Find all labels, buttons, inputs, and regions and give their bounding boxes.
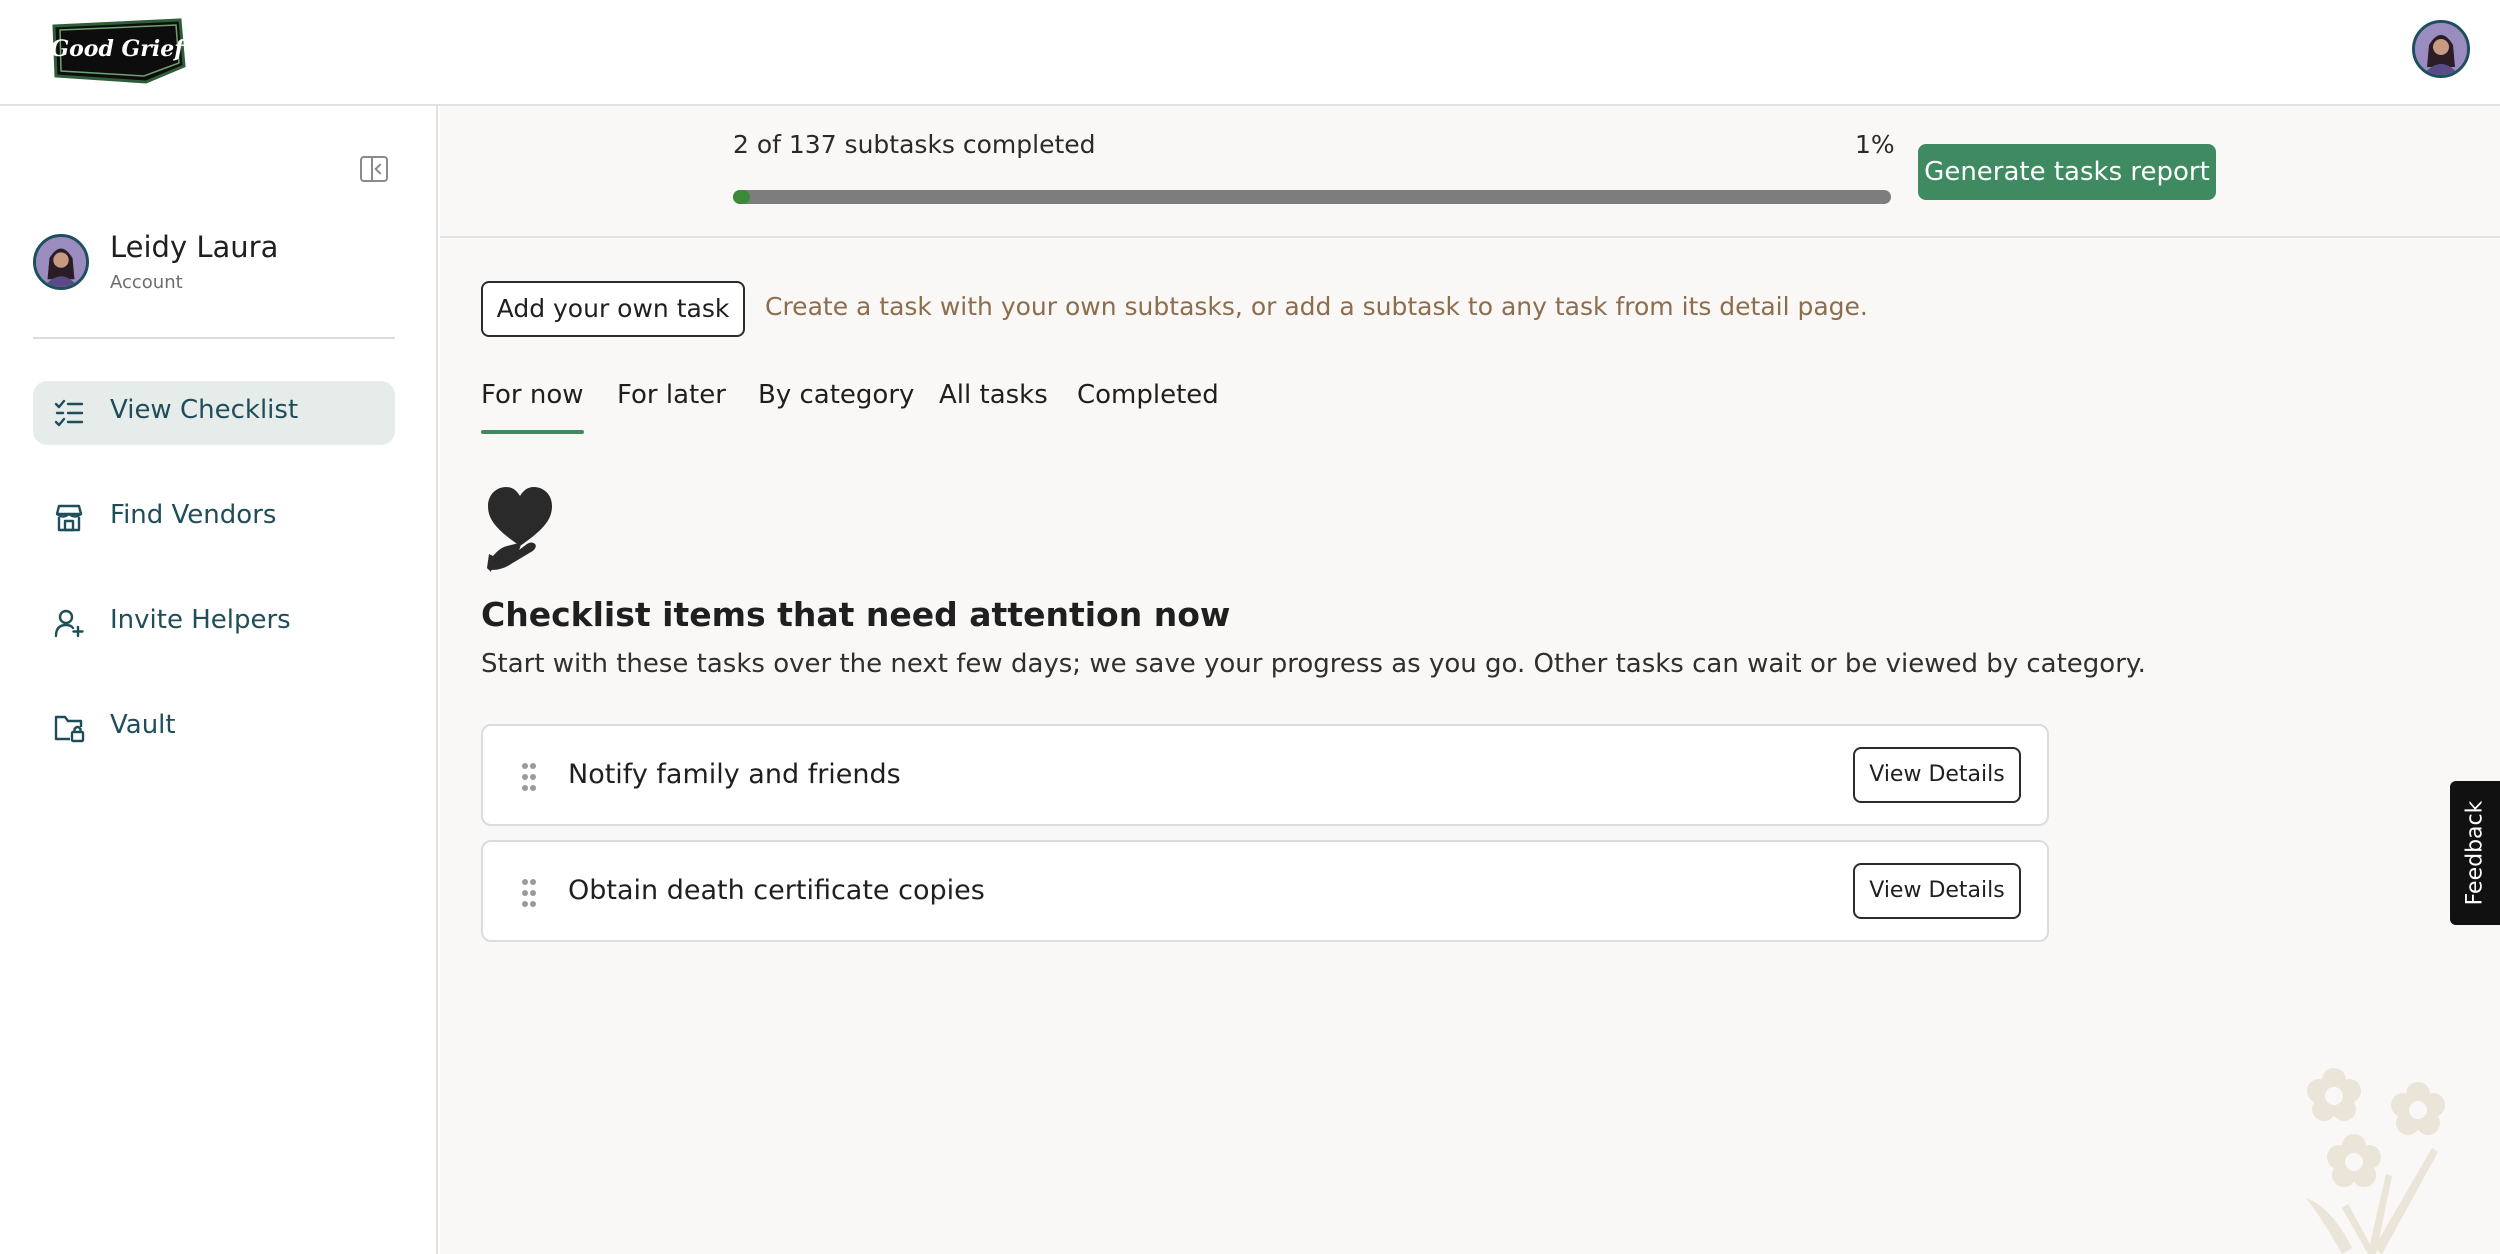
progress-bar (733, 190, 1891, 204)
good-grief-logo[interactable]: Good Grief (46, 16, 188, 84)
sidebar-item-label: Invite Helpers (110, 605, 291, 635)
task-label: Obtain death certificate copies (568, 875, 985, 906)
task-row[interactable]: Obtain death certificate copies View Det… (481, 840, 2049, 942)
task-row[interactable]: Notify family and friends View Details (481, 724, 2049, 826)
sidebar-collapse-icon[interactable] (360, 156, 388, 182)
view-details-button[interactable]: View Details (1853, 747, 2021, 803)
drag-handle-icon[interactable] (521, 762, 537, 792)
progress-percent: 1% (1855, 130, 1895, 159)
progress-section: 2 of 137 subtasks completed 1% Generate … (440, 106, 2500, 238)
folder-lock-icon (53, 712, 85, 744)
main-content: 2 of 137 subtasks completed 1% Generate … (440, 106, 2500, 1254)
account-profile[interactable]: Leidy Laura Account (33, 226, 403, 306)
drag-handle-icon[interactable] (521, 878, 537, 908)
heart-hand-icon (485, 484, 555, 576)
sidebar-item-find-vendors[interactable]: Find Vendors (33, 486, 395, 550)
flowers-decoration-icon (2282, 1058, 2460, 1254)
tab-all-tasks[interactable]: All tasks (939, 380, 1048, 430)
top-bar: Good Grief (0, 0, 2500, 106)
svg-text:Good Grief: Good Grief (50, 36, 187, 62)
sidebar-item-label: View Checklist (110, 395, 299, 425)
sidebar-item-label: Find Vendors (110, 500, 277, 530)
sidebar: Leidy Laura Account View Checklist Find … (0, 106, 438, 1254)
progress-bar-fill (733, 190, 750, 204)
storefront-icon (53, 502, 85, 534)
profile-subtitle: Account (110, 272, 183, 293)
task-label: Notify family and friends (568, 759, 901, 790)
generate-tasks-report-button[interactable]: Generate tasks report (1918, 144, 2216, 200)
tab-by-category[interactable]: By category (758, 380, 914, 430)
tab-for-later[interactable]: For later (617, 380, 726, 430)
view-details-button[interactable]: View Details (1853, 863, 2021, 919)
section-description: Start with these tasks over the next few… (481, 649, 2146, 679)
sidebar-item-view-checklist[interactable]: View Checklist (33, 381, 395, 445)
section-title: Checklist items that need attention now (481, 595, 1231, 634)
sidebar-divider (33, 337, 395, 339)
avatar (33, 234, 89, 290)
sidebar-item-invite-helpers[interactable]: Invite Helpers (33, 591, 395, 655)
add-own-task-button[interactable]: Add your own task (481, 281, 745, 337)
feedback-button[interactable]: Feedback (2450, 781, 2500, 925)
profile-name: Leidy Laura (110, 230, 279, 264)
user-plus-icon (53, 607, 85, 639)
tab-completed[interactable]: Completed (1077, 380, 1219, 430)
add-task-hint: Create a task with your own subtasks, or… (765, 292, 1868, 321)
progress-text: 2 of 137 subtasks completed (733, 130, 1096, 159)
feedback-label: Feedback (2462, 800, 2488, 906)
user-avatar[interactable] (2412, 20, 2470, 78)
sidebar-item-label: Vault (110, 710, 176, 740)
sidebar-item-vault[interactable]: Vault (33, 696, 395, 760)
checklist-icon (53, 397, 85, 429)
tab-for-now[interactable]: For now (481, 380, 584, 434)
